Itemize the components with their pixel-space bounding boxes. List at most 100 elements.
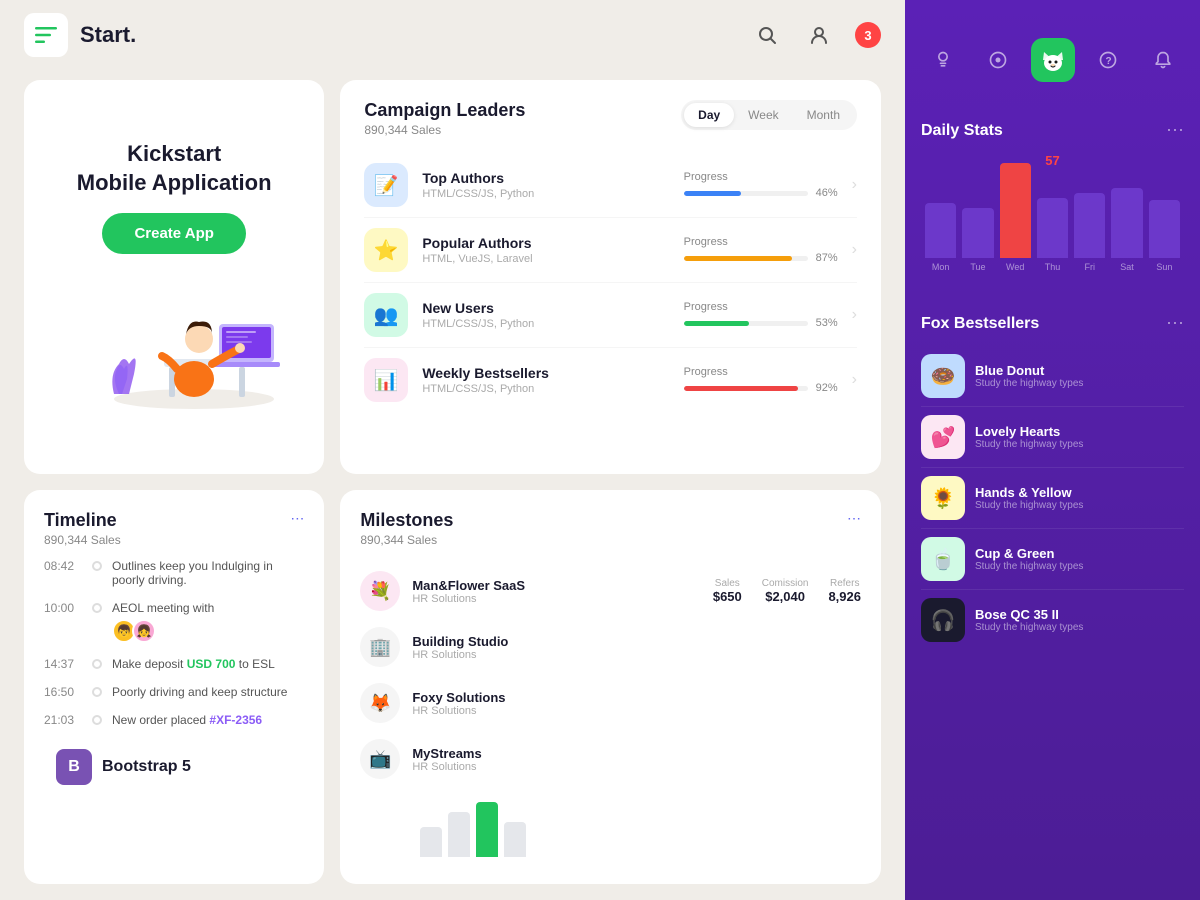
search-icon[interactable] [751,19,783,51]
bell-icon-btn[interactable] [1141,38,1185,82]
bestseller-item[interactable]: 🎧 Bose QC 35 II Study the highway types [921,590,1184,650]
campaign-subtitle: 890,344 Sales [364,123,525,137]
milestone-info: Man&Flower SaaS HR Solutions [412,578,713,605]
chevron-right-icon[interactable]: › [852,241,857,259]
tab-day[interactable]: Day [684,103,734,127]
chevron-right-icon[interactable]: › [852,176,857,194]
milestones-options[interactable]: ⋯ [847,510,861,527]
notification-badge[interactable]: 3 [855,22,881,48]
timeline-options[interactable]: ⋯ [290,510,304,527]
menu-icon [35,24,57,46]
bestseller-item[interactable]: 🍵 Cup & Green Study the highway types [921,529,1184,590]
timeline-text: Outlines keep you Indulging in poorly dr… [112,559,304,587]
daily-stats-chart: 57 Mon Tue Wed Thu Fri Sat Sun [921,153,1184,293]
bootstrap-label: Bootstrap 5 [102,758,191,776]
main-area: Start. 3 KickstartMobile Application Cre… [0,0,905,900]
bestseller-image: 🍩 [921,354,965,398]
campaign-row-icon: 📝 [364,163,408,207]
campaign-row-tech: HTML, VueJS, Laravel [422,253,683,265]
milestone-sub: HR Solutions [412,593,713,605]
tab-month[interactable]: Month [793,103,854,127]
milestone-bar [476,802,498,857]
bestsellers-header: Fox Bestsellers ⋯ [921,313,1184,334]
campaign-row-progress: Progress 92% [684,366,844,394]
svg-text:?: ? [1105,56,1111,67]
daily-stats-options[interactable]: ⋯ [1166,120,1184,141]
timeline-dot [92,715,102,725]
bestseller-item[interactable]: 🌻 Hands & Yellow Study the highway types [921,468,1184,529]
bestseller-sub: Study the highway types [975,500,1184,511]
brand-name: Start. [80,22,136,48]
timeline-item: 21:03 New order placed #XF-2356 [44,713,304,727]
timeline-items: 08:42 Outlines keep you Indulging in poo… [44,559,304,727]
bestseller-sub: Study the highway types [975,561,1184,572]
chevron-right-icon[interactable]: › [852,371,857,389]
bar-fill [1111,188,1142,258]
chevron-right-icon[interactable]: › [852,306,857,324]
tab-week[interactable]: Week [734,103,792,127]
timeline-text: Poorly driving and keep structure [112,685,304,699]
milestone-bar [504,822,526,857]
progress-label: Progress [684,236,844,248]
timeline-item: 14:37 Make deposit USD 700 to ESL [44,657,304,671]
timeline-highlight: USD 700 [187,657,236,671]
stat-commission: Comission $2,040 [762,578,809,604]
question-icon-btn[interactable]: ? [1086,38,1130,82]
campaign-row-icon: ⭐ [364,228,408,272]
daily-bar-item: Mon [925,203,956,272]
timeline-tag: #XF-2356 [209,713,262,727]
timeline-title-group: Timeline 890,344 Sales [44,510,121,547]
fox-icon-btn[interactable] [1031,38,1075,82]
bar-label: Mon [932,262,950,272]
timeline-text: New order placed #XF-2356 [112,713,304,727]
bestsellers-options[interactable]: ⋯ [1166,313,1184,334]
timeline-time: 08:42 [44,559,82,573]
header-right: 3 [751,19,881,51]
bestsellers-title: Fox Bestsellers [921,315,1039,333]
milestone-info: Foxy Solutions HR Solutions [412,690,861,717]
bestseller-item[interactable]: 💕 Lovely Hearts Study the highway types [921,407,1184,468]
bar-label: Wed [1006,262,1024,272]
illustration [64,264,284,414]
bar-fill [1000,163,1031,258]
milestone-bar [420,827,442,857]
milestone-sub: HR Solutions [412,649,861,661]
campaign-header: Campaign Leaders 890,344 Sales Day Week … [364,100,857,137]
profile-icon[interactable] [803,19,835,51]
milestones-title: Milestones [360,510,453,531]
campaign-row-name: Popular Authors [422,235,683,251]
campaign-row-progress: Progress 53% [684,301,844,329]
progress-fill [684,321,750,326]
header-left: Start. [24,13,136,57]
stat-refers: Refers 8,926 [828,578,861,604]
campaign-row-info: Weekly Bestsellers HTML/CSS/JS, Python [422,365,683,395]
milestone-icon: 🦊 [360,683,400,723]
progress-bar [684,256,808,261]
campaign-row-icon: 👥 [364,293,408,337]
sidebar-content: Daily Stats ⋯ 57 Mon Tue Wed Thu Fri Sat… [905,120,1200,900]
bestseller-image: 🌻 [921,476,965,520]
bestsellers-list: 🍩 Blue Donut Study the highway types 💕 L… [921,346,1184,650]
create-app-button[interactable]: Create App [102,213,245,254]
bestseller-name: Blue Donut [975,363,1184,378]
timeline-time: 10:00 [44,601,82,615]
bar-fill [1074,193,1105,258]
bestseller-item[interactable]: 🍩 Blue Donut Study the highway types [921,346,1184,407]
progress-fill [684,386,798,391]
milestone-row: 🏢 Building Studio HR Solutions [360,619,861,675]
campaign-row: 📝 Top Authors HTML/CSS/JS, Python Progre… [364,153,857,218]
milestone-chart [360,787,861,857]
stat-sales: Sales $650 [713,578,742,604]
campaign-row-name: Top Authors [422,170,683,186]
milestone-name: Building Studio [412,634,861,649]
bulb-icon-btn[interactable] [921,38,965,82]
campaign-row-info: Top Authors HTML/CSS/JS, Python [422,170,683,200]
timeline-dot [92,603,102,613]
bestseller-info: Blue Donut Study the highway types [975,363,1184,389]
timeline-dot [92,659,102,669]
milestones-title-group: Milestones 890,344 Sales [360,510,453,547]
milestone-row: 🦊 Foxy Solutions HR Solutions [360,675,861,731]
campaign-tabs: Day Week Month [681,100,857,130]
nav-icon-btn[interactable] [976,38,1020,82]
timeline-item: 10:00 AEOL meeting with 👦 👧 [44,601,304,643]
